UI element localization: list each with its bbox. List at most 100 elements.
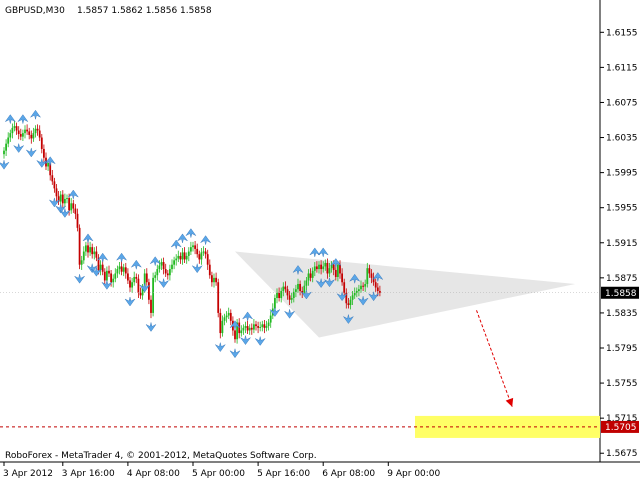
candle-body: [206, 254, 209, 265]
candle-body: [103, 271, 106, 281]
price-tick-label: 1.5875: [606, 274, 638, 284]
candle-body: [311, 270, 314, 278]
candle-body: [290, 298, 293, 300]
candle-body: [255, 324, 257, 327]
candle-body: [360, 285, 362, 290]
candle-body: [196, 248, 199, 255]
candle-body: [116, 269, 119, 274]
candle-body: [36, 128, 39, 131]
time-tick-label: 3 Apr 2012: [3, 469, 53, 479]
candle-body: [261, 324, 264, 327]
candle-body: [278, 292, 280, 299]
candle-body: [150, 299, 152, 313]
candle-body: [3, 150, 5, 155]
candle-body: [211, 275, 213, 283]
price-tick-label: 1.5795: [606, 344, 638, 354]
candle-body: [309, 273, 312, 278]
candle-body: [217, 282, 220, 313]
candle-body: [183, 252, 186, 260]
candle-body: [269, 315, 272, 323]
candle-body: [370, 273, 373, 278]
candle-body: [265, 326, 268, 328]
candle-body: [64, 198, 66, 204]
candle-body: [337, 264, 339, 277]
candle-body: [70, 203, 73, 211]
candle-body: [135, 276, 138, 279]
candle-body: [30, 134, 33, 139]
candle-body: [87, 245, 89, 253]
price-tick-label: 1.5955: [606, 204, 638, 214]
candle-body: [17, 130, 20, 135]
candle-body: [133, 276, 136, 283]
candle-body: [250, 327, 253, 330]
candle-body: [160, 262, 163, 266]
candle-body: [221, 320, 224, 334]
candle-body: [358, 289, 360, 291]
price-tick-label: 1.5715: [606, 414, 638, 424]
candle-body: [43, 148, 45, 158]
candle-body: [347, 303, 350, 306]
candle-body: [181, 252, 184, 260]
candle-body: [82, 251, 85, 261]
candle-body: [322, 266, 325, 270]
symbol-label: GBPUSD,M30: [5, 6, 65, 16]
candle-body: [76, 213, 79, 228]
candle-body: [110, 273, 112, 283]
time-tick-label: 9 Apr 00:00: [387, 469, 440, 479]
candle-body: [288, 295, 291, 300]
candle-body: [124, 267, 127, 274]
candle-body: [246, 326, 249, 331]
candle-body: [152, 277, 154, 313]
candle-body: [11, 127, 14, 134]
candle-body: [234, 330, 236, 340]
candle-body: [366, 268, 369, 284]
candle-body: [328, 268, 331, 274]
time-tick-label: 5 Apr 00:00: [192, 469, 245, 479]
candle-body: [72, 203, 75, 209]
candle-body: [15, 126, 18, 131]
price-tick-label: 1.5755: [606, 379, 638, 389]
candle-body: [158, 265, 161, 270]
candle-body: [38, 130, 41, 138]
current-price-label: 1.5858: [605, 289, 637, 299]
candle-body: [200, 252, 203, 260]
candle-body: [213, 277, 215, 283]
candle-body: [362, 285, 364, 287]
candle-body: [80, 260, 83, 265]
price-tick-label: 1.5675: [606, 449, 638, 459]
candle-body: [223, 317, 226, 321]
candle-body: [257, 326, 259, 328]
candle-body: [229, 312, 232, 321]
candle-body: [26, 129, 28, 132]
candle-body: [169, 269, 171, 276]
candle-body: [9, 133, 12, 138]
candle-body: [101, 264, 104, 272]
candle-body: [368, 268, 371, 274]
candle-body: [274, 298, 276, 309]
candle-body: [332, 264, 335, 270]
candle-body: [244, 326, 247, 328]
candle-body: [187, 251, 190, 256]
candle-body: [137, 278, 140, 293]
candle-body: [47, 162, 49, 167]
candle-body: [364, 283, 367, 287]
candle-body: [53, 181, 56, 189]
candle-body: [198, 254, 201, 260]
candle-body: [297, 283, 299, 290]
candle-body: [334, 269, 337, 277]
candle-body: [248, 327, 251, 331]
copyright-text: RoboForex - MetaTrader 4, © 2001-2012, M…: [5, 451, 317, 461]
candle-body: [276, 292, 278, 299]
candle-body: [299, 283, 301, 291]
candle-body: [95, 251, 98, 258]
candle-body: [28, 131, 31, 135]
candle-body: [40, 137, 43, 149]
candle-body: [166, 273, 169, 276]
candle-body: [240, 330, 243, 334]
candle-body: [376, 287, 379, 291]
chart-window: 1.5705 1.6155 1.6115 1.6075 1.6035 1.5995 1.5…: [0, 0, 640, 480]
candle-body: [307, 273, 310, 281]
candle-body: [145, 273, 148, 283]
candle-body: [353, 292, 356, 296]
candle-body: [225, 315, 228, 318]
